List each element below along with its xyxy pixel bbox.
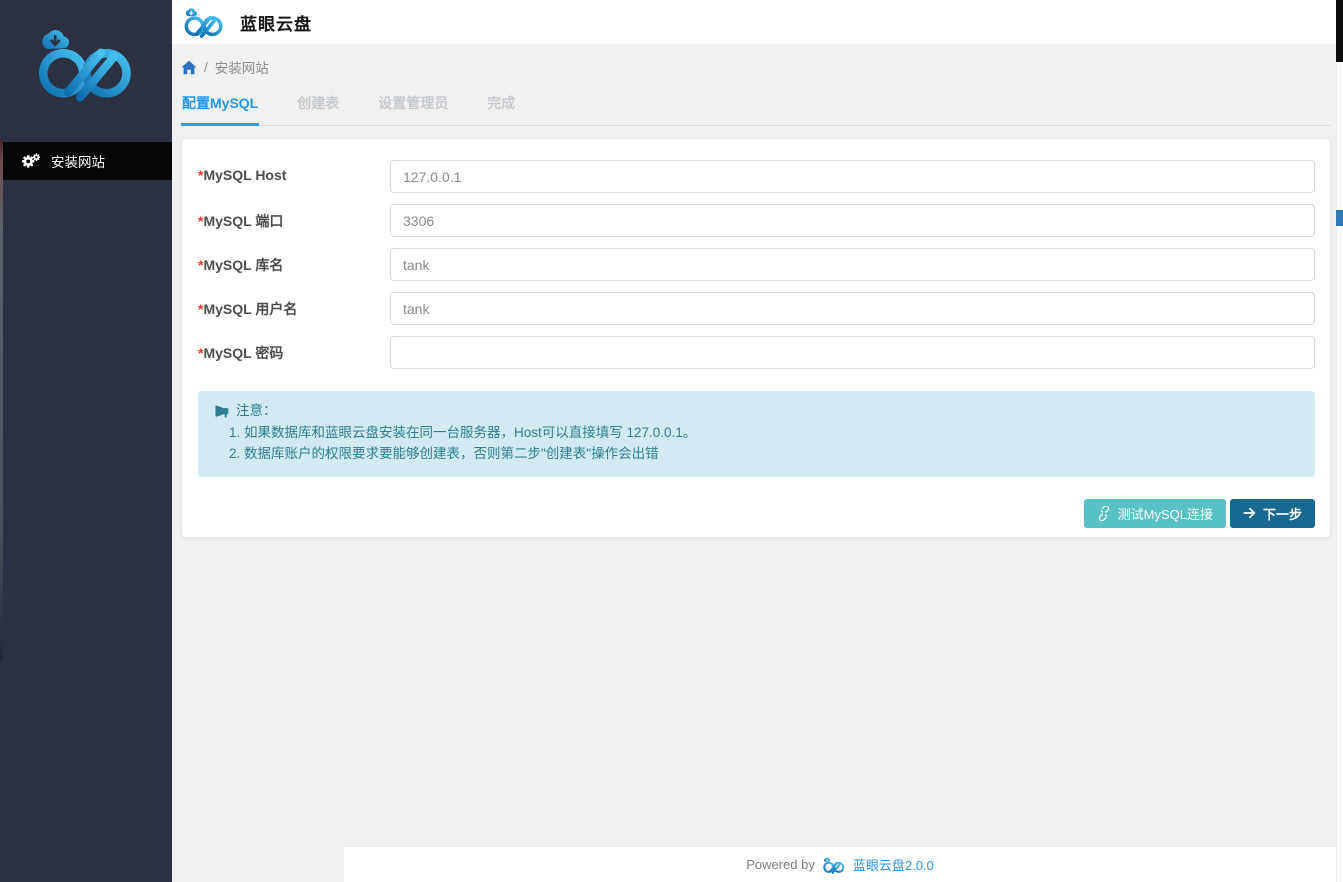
footer-version-link[interactable]: 蓝眼云盘2.0.0 (853, 855, 934, 874)
mysql-port-label: *MySQL 端口 (198, 204, 390, 237)
mysql-host-input[interactable] (390, 160, 1315, 193)
mysql-config-card: *MySQL Host *MySQL 端口 *MySQL 库名 *MySQL 用… (181, 138, 1331, 538)
form-row-database: *MySQL 库名 (198, 248, 1315, 281)
sidebar-item-label: 安装网站 (51, 151, 105, 171)
notice-title: 注意： (236, 402, 277, 421)
mysql-username-input[interactable] (390, 292, 1315, 325)
next-step-label: 下一步 (1263, 504, 1302, 523)
scrollbar-thumb[interactable] (1336, 0, 1343, 62)
tab-create-tables[interactable]: 创建表 (296, 95, 340, 126)
notice-title-row: 注意： (214, 402, 1299, 421)
breadcrumb-separator: / (204, 60, 208, 75)
footer: Powered by 蓝眼云盘2.0.0 (344, 846, 1336, 882)
powered-by-text: Powered by (746, 857, 815, 872)
scrollbar-track[interactable] (1336, 0, 1343, 882)
breadcrumb-current: 安装网站 (215, 57, 269, 77)
mysql-database-label: *MySQL 库名 (198, 248, 390, 281)
form-row-password: *MySQL 密码 (198, 336, 1315, 369)
cogs-icon (21, 153, 40, 169)
sidebar: 安装网站 (0, 0, 172, 882)
test-mysql-button[interactable]: 测试MySQL连接 (1084, 499, 1226, 528)
top-header: 蓝眼云盘 (172, 0, 1343, 44)
wizard-tabs: 配置MySQL 创建表 设置管理员 完成 (181, 95, 1331, 126)
notice-box: 注意： 1. 如果数据库和蓝眼云盘安装在同一台服务器，Host可以直接填写 12… (198, 391, 1315, 477)
footer-logo-icon (821, 856, 847, 874)
mysql-password-label: *MySQL 密码 (198, 336, 390, 369)
actions-row: 测试MySQL连接 下一步 (198, 499, 1315, 528)
plug-link-icon (1097, 506, 1111, 521)
breadcrumb: / 安装网站 (181, 57, 1331, 77)
tab-configure-mysql[interactable]: 配置MySQL (181, 95, 259, 126)
mysql-host-label: *MySQL Host (198, 160, 390, 193)
content: / 安装网站 配置MySQL 创建表 设置管理员 完成 *MySQL Host … (172, 57, 1343, 538)
next-step-button[interactable]: 下一步 (1230, 499, 1315, 528)
home-icon[interactable] (181, 60, 197, 75)
form-row-host: *MySQL Host (198, 160, 1315, 193)
mysql-password-input[interactable] (390, 336, 1315, 369)
notice-item: 1. 如果数据库和蓝眼云盘安装在同一台服务器，Host可以直接填写 127.0.… (229, 424, 1299, 443)
tab-setup-admin[interactable]: 设置管理员 (377, 95, 449, 126)
sidebar-logo (0, 0, 172, 142)
notice-item: 2. 数据库账户的权限要求要能够创建表，否则第二步"创建表"操作会出错 (229, 445, 1299, 464)
left-edge-strip (0, 140, 3, 662)
tab-finish[interactable]: 完成 (486, 95, 516, 126)
mysql-username-label: *MySQL 用户名 (198, 292, 390, 325)
form-row-port: *MySQL 端口 (198, 204, 1315, 237)
notice-list: 1. 如果数据库和蓝眼云盘安装在同一台服务器，Host可以直接填写 127.0.… (214, 424, 1299, 464)
main-area: 蓝眼云盘 / 安装网站 配置MySQL 创建表 设置管理员 完成 *MySQL … (172, 0, 1343, 882)
form-row-username: *MySQL 用户名 (198, 292, 1315, 325)
arrow-right-icon (1243, 507, 1256, 519)
header-logo-icon (180, 6, 228, 38)
app-logo-icon (29, 24, 143, 102)
test-mysql-label: 测试MySQL连接 (1118, 504, 1213, 523)
sidebar-item-install-site[interactable]: 安装网站 (0, 142, 172, 180)
mysql-port-input[interactable] (390, 204, 1315, 237)
app-title: 蓝眼云盘 (240, 10, 312, 35)
bullhorn-icon (214, 405, 229, 418)
scrollbar-marker (1336, 210, 1343, 226)
mysql-database-input[interactable] (390, 248, 1315, 281)
